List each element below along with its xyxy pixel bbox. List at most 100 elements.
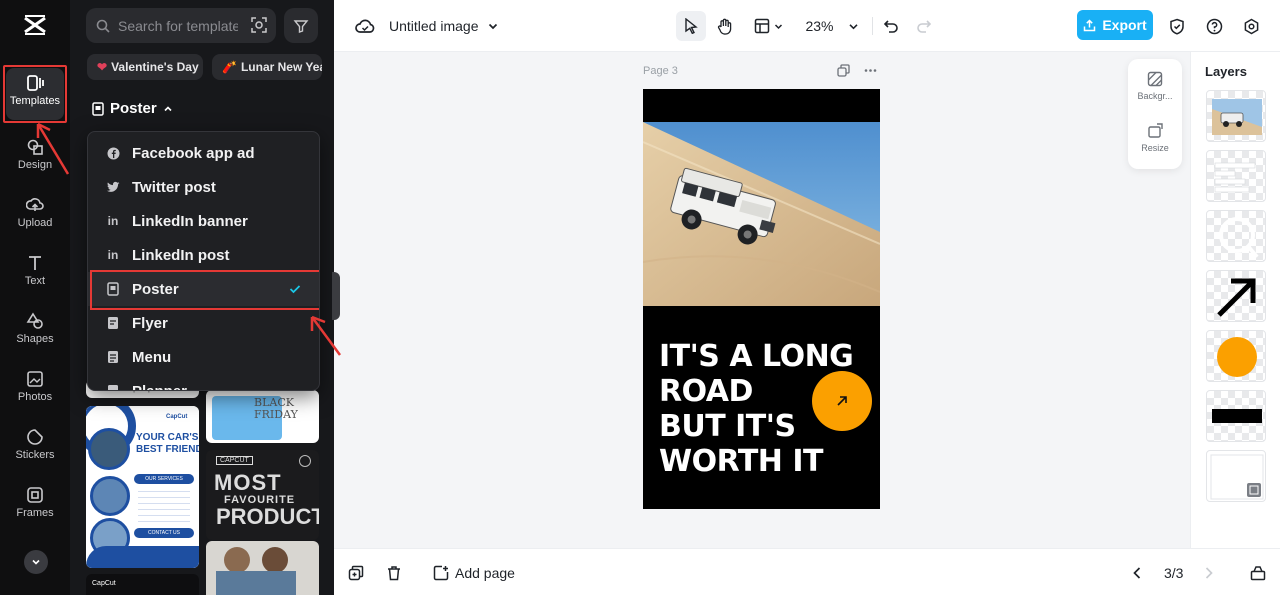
layer-photo[interactable] <box>1206 90 1266 142</box>
filter-button[interactable] <box>284 8 318 43</box>
trash-icon <box>388 566 400 581</box>
poster-page[interactable]: IT'S A LONG ROAD BUT IT'S WORTH IT <box>643 89 880 509</box>
bottom-bar: Add page 3/3 <box>334 548 1280 595</box>
layout-menu-button[interactable] <box>750 11 786 41</box>
poster-photo[interactable] <box>643 122 880 306</box>
duplicate-button[interactable] <box>348 561 364 585</box>
upload-icon <box>26 198 44 211</box>
add-page-label: Add page <box>455 565 515 581</box>
layers-panel: Layers <box>1190 52 1280 548</box>
dropdown-item-label: Twitter post <box>132 178 216 196</box>
rail-design[interactable]: Design <box>6 132 64 184</box>
duplicate-page-icon[interactable] <box>837 64 850 77</box>
hand-tool-button[interactable] <box>712 11 738 41</box>
cloud-icon[interactable] <box>354 11 376 41</box>
export-button[interactable]: Export <box>1077 10 1153 40</box>
page-counter: 3/3 <box>1164 561 1183 585</box>
layer-arrow[interactable] <box>1206 270 1266 322</box>
page-manager-button[interactable] <box>1250 561 1266 585</box>
dropdown-item-label: Menu <box>132 348 172 366</box>
planner-icon <box>106 384 120 390</box>
canvas-area[interactable]: Page 3 IT'S A LONG ROAD BUT IT'S WORTH I… <box>334 52 1190 548</box>
check-icon <box>289 282 301 299</box>
shield-button[interactable] <box>1165 11 1189 41</box>
layers-title: Layers <box>1205 64 1247 79</box>
export-icon <box>1084 18 1096 31</box>
template-thumb-car[interactable]: CapCut YOUR CAR'S BEST FRIEND OUR SERVIC… <box>86 406 199 568</box>
more-icon[interactable] <box>864 64 877 77</box>
rail-upload[interactable]: Upload <box>6 190 64 242</box>
chevron-down-icon <box>774 23 782 29</box>
dropdown-item-facebook-app-ad[interactable]: Facebook app ad <box>88 136 319 170</box>
dropdown-item-linkedin-post[interactable]: in LinkedIn post <box>88 238 319 272</box>
rail-design-label: Design <box>17 159 53 171</box>
document-title[interactable]: Untitled image <box>389 11 499 41</box>
template-thumb-couple[interactable] <box>206 541 319 595</box>
add-page-button[interactable]: Add page <box>433 561 515 585</box>
category-dropdown: Facebook app ad Twitter post in LinkedIn… <box>87 131 320 391</box>
chip-valentines[interactable]: ❤ Valentine's Day <box>87 54 203 80</box>
chip-lunar-new-year[interactable]: 🧨 Lunar New Year <box>212 54 322 80</box>
rail-stickers-label: Stickers <box>15 449 55 461</box>
background-label: Backgr... <box>1137 91 1173 101</box>
shapes-icon <box>26 312 43 329</box>
image-search-icon[interactable] <box>250 16 268 34</box>
dropdown-item-label: Poster <box>132 280 179 298</box>
dropdown-item-flyer[interactable]: Flyer <box>88 306 319 340</box>
search-input[interactable]: Search for templates <box>86 8 276 43</box>
select-tool-button[interactable] <box>676 11 706 41</box>
rail-frames-label: Frames <box>16 507 54 519</box>
dropdown-item-poster[interactable]: Poster <box>88 270 319 310</box>
background-button[interactable]: Backgr... <box>1128 63 1182 113</box>
dropdown-item-label: Flyer <box>132 314 168 332</box>
template-thumb-black-friday[interactable]: BLACK FRIDAY <box>206 390 319 443</box>
template-thumb-most-favourite[interactable]: CAPCUT MOST FAVOURITE PRODUCT <box>206 450 319 540</box>
filter-icon <box>293 19 309 33</box>
capcut-logo[interactable] <box>22 12 48 38</box>
resize-icon <box>1148 123 1163 138</box>
template-thumb-capcut[interactable]: CapCut <box>86 574 199 595</box>
left-rail: Templates Design Upload Text Shapes Phot… <box>0 0 70 595</box>
rail-templates[interactable]: Templates <box>3 65 67 123</box>
chevron-down-icon <box>32 559 40 565</box>
dropdown-item-planner[interactable]: Planner <box>88 374 319 390</box>
undo-button[interactable] <box>879 11 903 41</box>
layer-circle-outline[interactable] <box>1206 210 1266 262</box>
linkedin-icon: in <box>107 214 119 228</box>
layer-black-rect[interactable] <box>1206 390 1266 442</box>
zoom-control[interactable]: 23% <box>802 11 862 41</box>
dropdown-item-twitter-post[interactable]: Twitter post <box>88 170 319 204</box>
orange-circle-arrow[interactable] <box>812 371 872 431</box>
resize-label: Resize <box>1141 143 1169 153</box>
dropdown-item-menu[interactable]: Menu <box>88 340 319 374</box>
thumb-text: YOUR CAR'S <box>136 432 199 443</box>
rail-text[interactable]: Text <box>6 248 64 300</box>
top-bar: Untitled image 23% Export <box>334 0 1280 52</box>
settings-button[interactable] <box>1239 11 1263 41</box>
zoom-value: 23% <box>805 18 834 34</box>
dropdown-item-linkedin-banner[interactable]: in LinkedIn banner <box>88 204 319 238</box>
rail-frames[interactable]: Frames <box>6 480 64 532</box>
thumb-text: BEST FRIEND <box>136 444 199 455</box>
rail-shapes[interactable]: Shapes <box>6 306 64 358</box>
templates-icon <box>27 75 44 91</box>
templates-panel: Search for templates ❤ Valentine's Day 🧨… <box>70 0 334 595</box>
layer-background[interactable] <box>1206 450 1266 502</box>
chevron-down-icon <box>848 23 858 29</box>
redo-button[interactable] <box>912 11 936 41</box>
delete-button[interactable] <box>386 561 402 585</box>
category-selector[interactable]: Poster <box>92 100 173 117</box>
headline-line: IT'S A LONG <box>659 339 854 374</box>
arrow-up-right-icon <box>837 396 847 406</box>
rail-photos[interactable]: Photos <box>6 364 64 416</box>
avatar[interactable] <box>24 550 48 574</box>
previous-page-button[interactable] <box>1131 561 1143 585</box>
resize-button[interactable]: Resize <box>1128 115 1182 165</box>
search-icon <box>96 19 110 33</box>
panel-collapse-handle[interactable] <box>332 272 340 320</box>
layer-orange-circle[interactable] <box>1206 330 1266 382</box>
layer-headline-text[interactable] <box>1206 150 1266 202</box>
rail-stickers[interactable]: Stickers <box>6 422 64 474</box>
next-page-button[interactable] <box>1203 561 1215 585</box>
help-button[interactable] <box>1202 11 1226 41</box>
